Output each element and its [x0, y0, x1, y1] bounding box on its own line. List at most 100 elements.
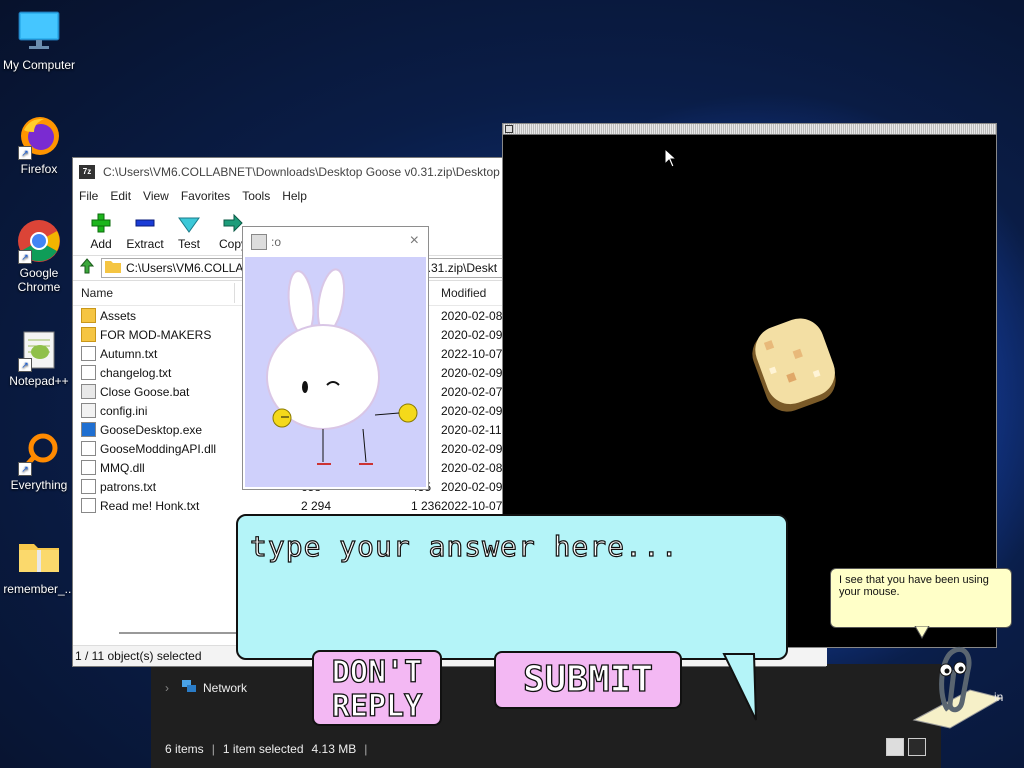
bunny-title: :o: [271, 234, 282, 249]
file-modified: 2020-02-09: [441, 480, 503, 494]
file-name: Autumn.txt: [100, 346, 158, 361]
close-icon[interactable]: ×: [410, 232, 419, 250]
desktop-icon-remember[interactable]: remember_...: [0, 534, 79, 596]
file-name-cell: GooseDesktop.exe: [81, 422, 202, 437]
file-name: GooseDesktop.exe: [100, 422, 203, 437]
network-label: Network: [203, 680, 248, 695]
file-size: 2 294: [301, 499, 332, 513]
file-modified: 2020-02-09: [441, 328, 503, 342]
menu-help[interactable]: Help: [276, 189, 313, 203]
file-name: patrons.txt: [100, 479, 157, 494]
file-name-cell: Assets: [81, 308, 136, 323]
test-button[interactable]: Test: [167, 212, 211, 251]
desktop-icon-label: remember_...: [3, 582, 75, 596]
clippy-tooltip: I see that you have been using your mous…: [830, 568, 1012, 628]
dll-file-icon: [81, 460, 96, 475]
answer-input-bubble[interactable]: type your answer here...: [236, 514, 788, 660]
desktop-icon-notepadpp[interactable]: ↗ Notepad++: [0, 326, 79, 388]
file-name: GooseModdingAPI.dll: [100, 441, 217, 456]
file-modified: 2020-02-08: [441, 461, 503, 475]
path-text-right: 0.31.zip\Deskt: [421, 261, 498, 275]
file-name-cell: config.ini: [81, 403, 147, 418]
up-folder-icon[interactable]: [79, 257, 95, 279]
file-name: Assets: [100, 308, 137, 323]
tiles-view-icon[interactable]: [908, 738, 926, 756]
extract-label: Extract: [126, 237, 164, 251]
file-name-cell: Autumn.txt: [81, 346, 157, 361]
file-name: FOR MOD-MAKERS: [100, 327, 212, 342]
folder-icon: [81, 308, 96, 323]
clippy-assistant-icon[interactable]: [910, 640, 1006, 735]
desktop-icon-label: Google Chrome: [17, 266, 61, 294]
menu-edit[interactable]: Edit: [104, 189, 137, 203]
plus-icon: [91, 213, 111, 233]
txt-file-icon: [81, 498, 96, 513]
file-modified: 2020-02-07: [441, 385, 503, 399]
clippy-message: I see that you have been using your mous…: [839, 574, 989, 598]
file-name-cell: Read me! Honk.txt: [81, 498, 199, 513]
notepadpp-icon: ↗: [16, 326, 62, 372]
network-icon: [181, 679, 197, 696]
bunny-drawing: [266, 268, 418, 465]
sevenzip-title: C:\Users\VM6.COLLABNET\Downloads\Desktop…: [103, 164, 520, 179]
black-window-titlebar[interactable]: [503, 124, 996, 135]
desktop-icon-firefox[interactable]: ↗ Firefox: [0, 114, 79, 176]
extract-button[interactable]: Extract: [123, 212, 167, 251]
path-text-left: C:\Users\VM6.COLLA: [126, 261, 244, 275]
sandwich-icon: [746, 312, 842, 427]
file-name-cell: changelog.txt: [81, 365, 171, 380]
sevenzip-app-icon: 7z: [79, 164, 95, 179]
file-modified: 2020-02-09: [441, 366, 503, 380]
file-modified: 2020-02-09: [441, 404, 503, 418]
menu-tools[interactable]: Tools: [236, 189, 276, 203]
shortcut-arrow-icon: ↗: [18, 462, 32, 476]
bunny-image: [245, 257, 426, 487]
bubble-tail: [722, 653, 757, 721]
exe-file-icon: [81, 422, 96, 437]
menu-view[interactable]: View: [137, 189, 175, 203]
column-modified[interactable]: Modified: [441, 286, 486, 300]
desktop-icon-label: Firefox: [20, 162, 58, 176]
column-name[interactable]: Name: [81, 286, 113, 300]
menu-file[interactable]: File: [73, 189, 104, 203]
file-name-cell: FOR MOD-MAKERS: [81, 327, 211, 342]
add-button[interactable]: Add: [79, 212, 123, 251]
explorer-status-bar: 6 items | 1 item selected 4.13 MB |: [165, 742, 367, 756]
view-toggle-group: [886, 738, 926, 756]
desktop-icon-label: My Computer: [2, 58, 76, 72]
mouse-cursor-icon: [664, 147, 678, 173]
txt-file-icon: [81, 479, 96, 494]
dont-reply-button[interactable]: DON'T REPLY: [312, 650, 442, 726]
window-menu-box-icon[interactable]: [505, 125, 513, 133]
file-modified: 2020-02-09: [441, 442, 503, 456]
bat-file-icon: [81, 384, 96, 399]
desktop-icon-label: Everything: [10, 478, 68, 492]
txt-file-icon: [81, 346, 96, 361]
file-modified: 2022-10-07: [441, 499, 503, 513]
folder-icon: [81, 327, 96, 342]
menu-favorites[interactable]: Favorites: [175, 189, 236, 203]
file-name: config.ini: [100, 403, 148, 418]
bunny-popup-window: :o ×: [242, 226, 429, 490]
selected-size: 4.13 MB: [311, 742, 357, 756]
desktop-icon-chrome[interactable]: ↗ Google Chrome: [0, 218, 79, 294]
computer-monitor-icon: [16, 10, 62, 56]
bunny-app-icon: [251, 233, 267, 250]
details-view-icon[interactable]: [886, 738, 904, 756]
bunny-titlebar[interactable]: :o ×: [243, 227, 428, 256]
clippy-partial-text: in: [994, 690, 1004, 704]
chevron-right-icon[interactable]: ›: [165, 681, 169, 695]
column-divider[interactable]: [234, 283, 235, 303]
desktop-icon-my-computer[interactable]: My Computer: [0, 10, 79, 72]
desktop-icon-everything[interactable]: ↗ Everything: [0, 430, 79, 492]
file-name: Read me! Honk.txt: [100, 498, 200, 513]
answer-input-placeholder[interactable]: type your answer here...: [249, 529, 679, 563]
shortcut-arrow-icon: ↗: [18, 146, 32, 160]
arrow-right-icon: [223, 213, 243, 233]
dll-file-icon: [81, 441, 96, 456]
desktop-icon-label: Notepad++: [9, 374, 69, 388]
submit-button[interactable]: SUBMIT: [494, 651, 682, 709]
file-name-cell: MMQ.dll: [81, 460, 145, 475]
shortcut-arrow-icon: ↗: [18, 250, 32, 264]
nav-item-network[interactable]: › Network: [165, 679, 247, 696]
